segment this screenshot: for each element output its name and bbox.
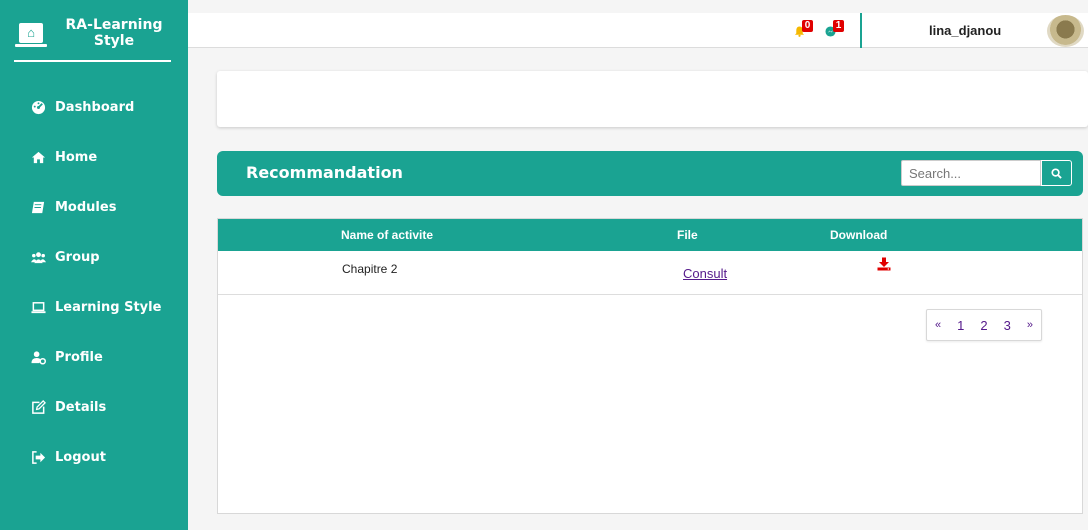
notifications-badge: 0 [802,20,813,32]
users-icon [30,249,46,265]
sidebar-nav: Dashboard Home Modules Group Learning St… [0,82,188,482]
sidebar-item-dashboard[interactable]: Dashboard [0,82,188,132]
sidebar-item-learning-style[interactable]: Learning Style [0,282,188,332]
activity-name: Chapitre 2 [342,262,398,276]
pagination-next[interactable]: » [1019,310,1041,340]
table-header: Name of activite File Download [218,219,1082,251]
search-icon [1051,167,1062,179]
sidebar-item-label: Dashboard [55,99,135,115]
header-download: Download [830,228,888,242]
edit-icon [30,399,46,415]
sidebar-item-label: Profile [55,349,103,365]
sidebar-item-label: Modules [55,199,117,215]
search-button[interactable] [1041,160,1072,186]
avatar[interactable] [1047,15,1084,47]
brand-name: RA-Learning Style [65,17,163,49]
recommendation-header: Recommandation [217,151,1083,196]
search-input[interactable] [901,160,1041,186]
sidebar-item-label: Learning Style [55,299,162,315]
table-row: Chapitre 2 Consult [218,251,1082,295]
sidebar-item-modules[interactable]: Modules [0,182,188,232]
pagination-prev[interactable]: « [927,310,949,340]
sidebar-item-label: Home [55,149,98,165]
header-name: Name of activite [341,228,434,242]
home-icon [30,149,46,165]
sidebar-item-label: Details [55,399,107,415]
activities-table: Name of activite File Download Chapitre … [217,218,1083,514]
sign-out-icon [30,449,46,465]
notifications-button[interactable]: 0 [794,20,816,40]
messages-badge: 1 [833,20,844,32]
brand[interactable]: ⌂ RA-Learning Style [12,14,172,60]
sidebar-item-label: Group [55,249,100,265]
pagination: « 1 2 3 » [926,309,1042,341]
download-icon[interactable] [877,257,891,271]
pagination-page-3[interactable]: 3 [996,310,1019,340]
book-icon [30,199,46,215]
sidebar-item-group[interactable]: Group [0,232,188,282]
empty-card [217,71,1088,127]
laptop-icon [30,299,46,315]
messages-button[interactable]: 1 [825,20,847,40]
user-cog-icon [30,349,46,365]
topbar-divider [860,13,862,48]
sidebar-item-details[interactable]: Details [0,382,188,432]
consult-link[interactable]: Consult [683,266,727,281]
brand-divider [14,60,171,62]
tachometer-icon [30,99,46,115]
pagination-page-1[interactable]: 1 [949,310,972,340]
sidebar-item-logout[interactable]: Logout [0,432,188,482]
header-file: File [677,228,698,242]
sidebar-item-home[interactable]: Home [0,132,188,182]
topbar: 0 1 lina_djanou [188,13,1088,48]
sidebar-item-profile[interactable]: Profile [0,332,188,382]
sidebar: ⌂ RA-Learning Style Dashboard Home Modul… [0,0,188,530]
page-title: Recommandation [246,163,403,182]
username[interactable]: lina_djanou [929,23,1001,38]
pagination-page-2[interactable]: 2 [972,310,995,340]
sidebar-item-label: Logout [55,449,106,465]
laptop-logo-icon: ⌂ [15,23,47,47]
